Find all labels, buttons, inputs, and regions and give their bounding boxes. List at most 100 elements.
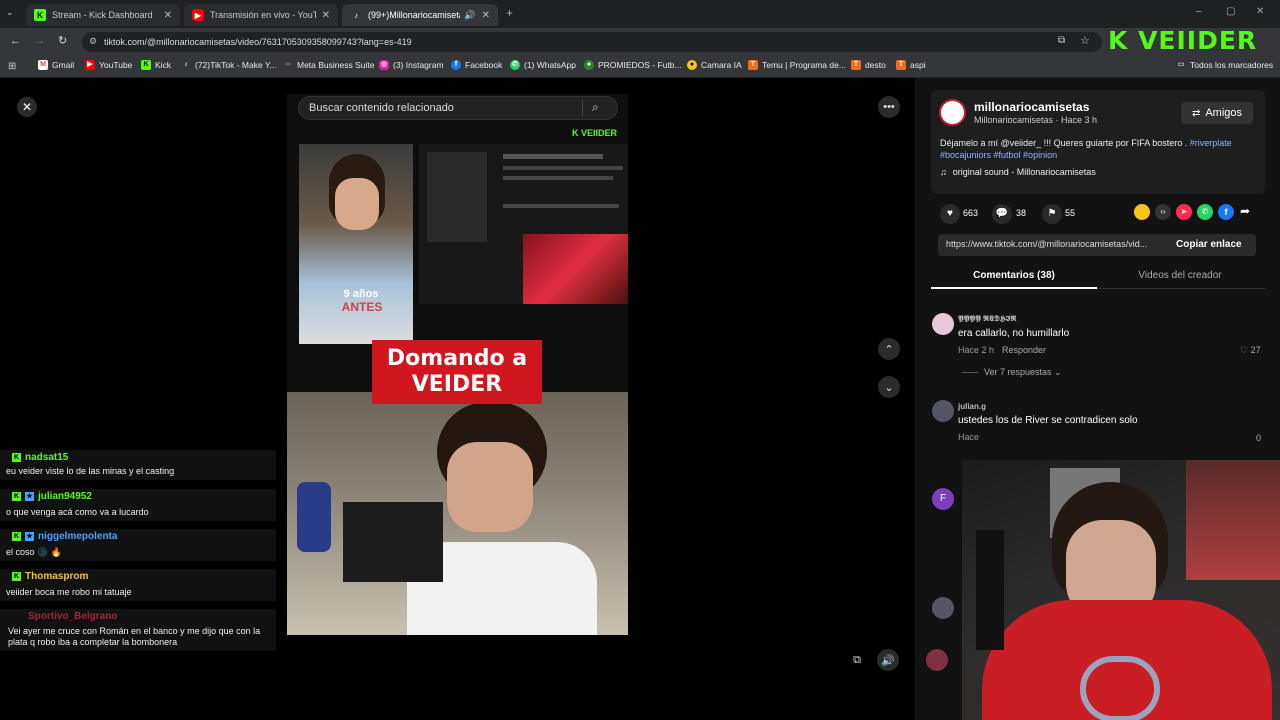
previous-video-icon[interactable]: ⌃ (878, 338, 900, 360)
avatar[interactable] (926, 649, 948, 671)
avatar[interactable] (932, 313, 954, 335)
bookmark-temu[interactable]: T Temu | Programa de... (748, 60, 846, 70)
avatar[interactable]: F (932, 488, 954, 510)
avatar[interactable] (939, 99, 966, 126)
bookmark-promiedos[interactable]: ● PROMIEDOS - Futb... (584, 60, 682, 70)
more-options-icon[interactable]: ••• (878, 96, 900, 118)
maximize-button[interactable]: ▢ (1226, 6, 1235, 17)
like-heart-icon[interactable]: ♥ (940, 204, 960, 224)
tab-youtube-live[interactable]: ▶ Transmisión en vivo - YouTube ✕ (184, 4, 338, 26)
tab-search-icon[interactable]: ⌄ (6, 7, 14, 18)
hoodie-logo-shape (1080, 656, 1160, 720)
bookmark-whatsapp[interactable]: ✆ (1) WhatsApp (510, 60, 576, 70)
whatsapp-icon: ✆ (510, 60, 520, 70)
instagram-icon: ◎ (379, 60, 389, 70)
copy-link-button[interactable]: Copiar enlace (1176, 239, 1242, 250)
laptop-shape (343, 502, 443, 582)
close-icon[interactable]: ✕ (322, 10, 330, 21)
bookmark-facebook[interactable]: f Facebook (451, 60, 502, 70)
reload-icon[interactable]: ↻ (58, 34, 67, 47)
screenshot-text-line (503, 166, 623, 170)
site-info-icon[interactable]: ⚙ (89, 36, 97, 47)
kick-icon: K (141, 60, 151, 70)
url-field[interactable]: ⚙ tiktok.com/@millonariocamisetas/video/… (82, 32, 1102, 52)
tab-kick-dashboard[interactable]: K Stream - Kick Dashboard ✕ (26, 4, 180, 26)
window-close-button[interactable]: ✕ (1256, 6, 1264, 17)
close-icon[interactable]: ✕ (482, 10, 490, 21)
badge-icon: K (12, 571, 21, 581)
bookmark-star-icon[interactable]: ☆ (1080, 34, 1090, 47)
bookmark-meta[interactable]: ∞ Meta Business Suite (283, 60, 375, 70)
next-video-icon[interactable]: ⌄ (878, 376, 900, 398)
camera-icon: ● (687, 60, 697, 70)
bookmark-kick[interactable]: K Kick (141, 60, 171, 70)
temu-icon: T (748, 60, 758, 70)
screenshot-text-line (503, 154, 603, 159)
youtube-icon: ▶ (85, 60, 95, 70)
embed-code-icon[interactable]: ‹› (1155, 204, 1171, 220)
watermark-logo: K VEIIDER (572, 128, 618, 138)
close-icon[interactable]: ✕ (164, 10, 172, 21)
author-name[interactable]: millonariocamisetas (974, 100, 1089, 114)
screenshot-text-line (503, 204, 619, 208)
kick-icon: K (34, 9, 46, 21)
apps-grid-icon[interactable]: ⊞ (8, 61, 16, 72)
search-icon[interactable]: ⌕ (592, 100, 599, 115)
minimize-button[interactable]: – (1196, 6, 1202, 17)
avatar[interactable] (932, 597, 954, 619)
search-divider (582, 99, 583, 117)
microphone-arm-shape (976, 530, 1004, 650)
video-player[interactable]: 9 años ANTES K VEIIDER Domando a VEIDER (287, 94, 628, 635)
volume-icon[interactable]: 🔊 (877, 649, 899, 671)
youtube-icon: ▶ (192, 9, 204, 21)
bottle-shape (297, 482, 331, 552)
chat-message: Sportivo_Belgrano Vei ayer me cruce con … (0, 609, 276, 651)
bookmark-icon[interactable]: ⚑ (1042, 204, 1062, 224)
bookmarks-bar: ⊞ M Gmail ▶ YouTube K Kick ♪ (72)TikTok - Ma… (0, 56, 1280, 78)
badge-icon: ★ (25, 531, 34, 541)
comment-like-icon[interactable]: ♡ 27 (1240, 345, 1261, 356)
back-icon[interactable]: ← (10, 35, 21, 47)
comment-icon[interactable]: 💬 (992, 204, 1012, 224)
bookmark-gmail[interactable]: M Gmail (38, 60, 74, 70)
bookmark-aspi[interactable]: Taspi (896, 60, 926, 70)
meta-icon: ∞ (285, 61, 291, 68)
badge-icon: K (12, 452, 21, 462)
bookmark-instagram[interactable]: ◎ (3) Instagram (379, 60, 444, 70)
bookmark-youtube[interactable]: ▶ YouTube (85, 60, 132, 70)
soccer-ball-icon: ● (584, 60, 594, 70)
search-input[interactable]: Buscar contenido relacionado ⌕ (298, 96, 618, 120)
chat-message: K ★ julian94952 o que venga acá como va a … (0, 489, 276, 521)
friends-button[interactable]: ⇄ Amigos (1181, 102, 1253, 124)
tiktok-icon: ♪ (354, 10, 358, 20)
coin-icon[interactable] (1134, 204, 1150, 220)
close-video-button[interactable]: ✕ (17, 97, 37, 117)
share-arrow-icon[interactable]: ➦ (1240, 204, 1250, 218)
floating-player-icon[interactable]: ⧉ (846, 649, 868, 671)
tab-comments[interactable]: Comentarios (38) (931, 270, 1097, 281)
view-replies-button[interactable]: Ver 7 respuestas ⌄ (984, 367, 1062, 378)
bookmark-all-folder[interactable]: ▭ Todos los marcadores (1176, 60, 1273, 70)
bookmark-camara-ia[interactable]: ● Camara IA (687, 60, 742, 70)
reply-button[interactable]: Responder (1002, 345, 1046, 355)
video-screenshot-tiktok (419, 144, 628, 304)
bookmark-tiktok[interactable]: ♪ (72)TikTok - Make Y... (181, 60, 276, 70)
person-face-shape (335, 178, 379, 230)
facebook-icon[interactable]: f (1218, 204, 1234, 220)
speaker-icon[interactable]: 🔊 (464, 10, 475, 21)
whatsapp-icon[interactable]: ✆ (1197, 204, 1213, 220)
chat-message: Knadsat15 eu veider viste lo de las mina… (0, 450, 276, 480)
install-app-icon[interactable]: ⧉ (1058, 35, 1065, 46)
video-link[interactable]: https://www.tiktok.com/@millonariocamise… (946, 239, 1171, 249)
avatar[interactable] (932, 400, 954, 422)
new-tab-button[interactable]: + (506, 6, 513, 20)
video-bottom-scene (287, 392, 628, 635)
bookmark-desto[interactable]: Tdesto (851, 60, 886, 70)
video-description: Déjamelo a mí @veiider_ !!! Queres guiar… (940, 138, 1232, 160)
sound-row[interactable]: ♫ original sound - Millonariocamisetas (940, 167, 1096, 177)
tab-creator-videos[interactable]: Videos del creador (1097, 270, 1263, 281)
send-icon[interactable]: ➤ (1176, 204, 1192, 220)
tab-tiktok-active[interactable]: ♪ (99+)Millonariocamisetas (@ 🔊 ✕ (342, 4, 498, 26)
forward-icon[interactable]: → (34, 35, 45, 47)
streamer-logo-overlay: K VEIIDER (1108, 26, 1258, 55)
